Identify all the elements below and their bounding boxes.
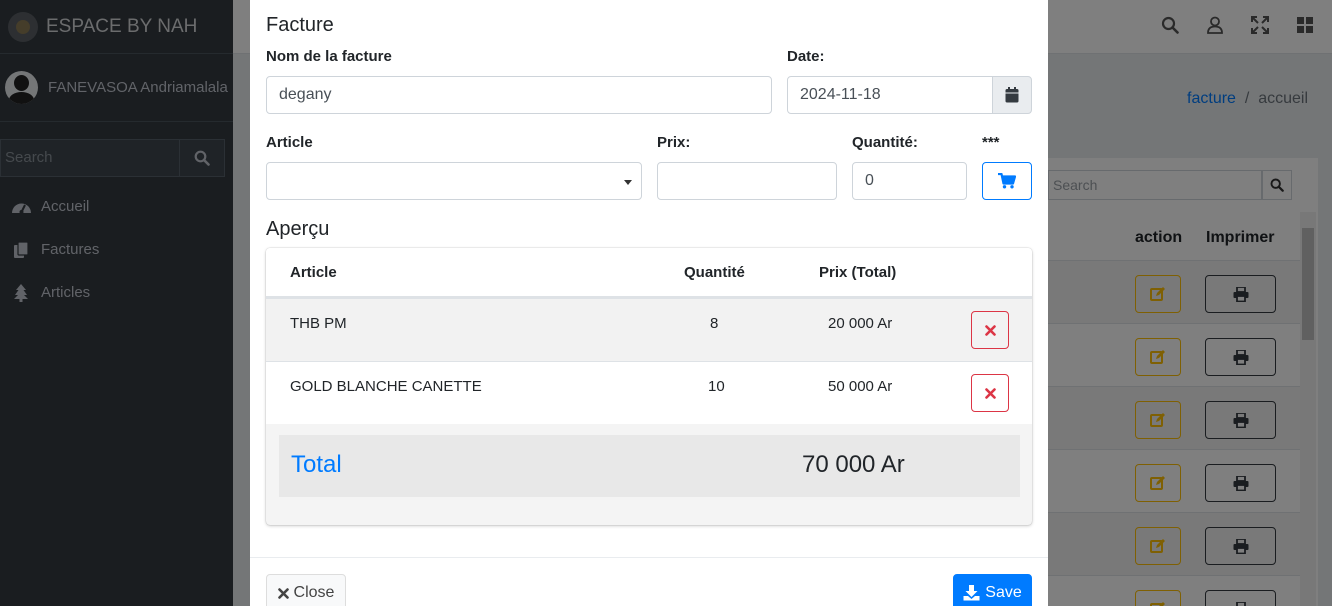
name-label: Nom de la facture bbox=[266, 48, 392, 65]
preview-card: Article Quantité Prix (Total) THB PM 8 2… bbox=[266, 248, 1032, 525]
modal-title: Facture bbox=[266, 14, 334, 36]
table-row: THB PM 8 20 000 Ar bbox=[266, 298, 1032, 361]
caret-down-icon bbox=[624, 180, 632, 185]
total-value: 70 000 Ar bbox=[802, 451, 905, 478]
article-label: Article bbox=[266, 134, 313, 151]
total-label: Total bbox=[291, 451, 342, 478]
quantite-input[interactable]: 0 bbox=[852, 162, 967, 200]
save-button-label: Save bbox=[985, 584, 1022, 601]
cart-icon bbox=[998, 173, 1016, 189]
row-prix: 50 000 Ar bbox=[828, 378, 893, 395]
calendar-icon bbox=[1005, 87, 1019, 103]
row-prix: 20 000 Ar bbox=[828, 315, 893, 332]
column-header-article: Article bbox=[290, 264, 337, 281]
modal-footer-divider bbox=[250, 557, 1048, 558]
close-button[interactable]: Close bbox=[266, 574, 346, 606]
column-header-prix: Prix (Total) bbox=[819, 264, 897, 281]
close-button-label: Close bbox=[293, 584, 335, 601]
date-input[interactable]: 2024-11-18 bbox=[787, 76, 993, 114]
delete-row-button[interactable] bbox=[971, 311, 1009, 349]
delete-row-button[interactable] bbox=[971, 374, 1009, 412]
preview-title: Aperçu bbox=[266, 218, 330, 240]
invoice-name-input[interactable]: degany bbox=[266, 76, 772, 114]
close-icon bbox=[277, 587, 289, 599]
quantite-label: Quantité: bbox=[852, 134, 918, 151]
stars-label: *** bbox=[982, 134, 1000, 151]
table-row: GOLD BLANCHE CANETTE 10 50 000 Ar bbox=[266, 361, 1032, 424]
date-picker-button[interactable] bbox=[992, 76, 1032, 114]
preview-table-header: Article Quantité Prix (Total) bbox=[266, 248, 1032, 298]
prix-label: Prix: bbox=[657, 134, 691, 151]
add-to-cart-button[interactable] bbox=[982, 162, 1032, 200]
column-header-quantite: Quantité bbox=[684, 264, 745, 281]
date-label: Date: bbox=[787, 48, 825, 65]
row-quantite: 10 bbox=[708, 378, 725, 395]
download-icon bbox=[963, 585, 980, 601]
row-article: THB PM bbox=[290, 315, 347, 332]
close-icon bbox=[984, 324, 996, 336]
save-button[interactable]: Save bbox=[953, 574, 1032, 606]
row-quantite: 8 bbox=[710, 315, 719, 332]
invoice-modal: Facture Nom de la facture degany Date: 2… bbox=[250, 0, 1048, 606]
prix-input[interactable] bbox=[657, 162, 837, 200]
close-icon bbox=[984, 387, 996, 399]
total-bar: Total 70 000 Ar bbox=[279, 435, 1020, 497]
row-article: GOLD BLANCHE CANETTE bbox=[290, 378, 482, 395]
article-select[interactable] bbox=[266, 162, 642, 200]
